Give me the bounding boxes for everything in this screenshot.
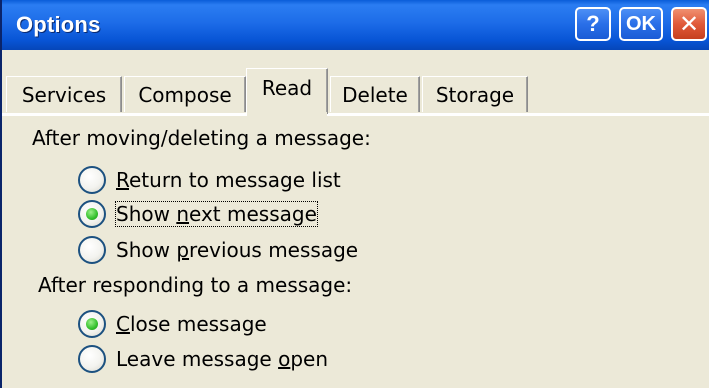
radio-close-message[interactable]: Close message [78,309,267,339]
option-label: Show next message [115,201,318,227]
tab-label: Compose [138,83,232,107]
help-button[interactable]: ? [575,7,611,41]
ok-button[interactable]: OK [619,7,663,41]
window-title: Options [16,12,101,37]
radio-button[interactable] [78,236,106,264]
tab-label: Read [261,76,313,100]
radio-button-selected[interactable] [78,310,106,338]
option-label: Leave message open [116,347,329,371]
tab-delete[interactable]: Delete [330,76,420,112]
title-bar: Options ? OK ✕ [2,0,709,50]
tab-panel-border [2,113,709,116]
radio-return-to-list[interactable]: Return to message list [78,165,341,195]
after-respond-heading: After responding to a message: [38,273,353,297]
radio-button[interactable] [78,166,106,194]
close-icon: ✕ [678,10,700,38]
help-icon: ? [586,11,600,36]
option-label: Close message [116,312,267,336]
tab-storage[interactable]: Storage [422,76,528,112]
option-label: Show previous message [116,238,359,262]
ok-button-label: OK [626,12,656,35]
tab-read[interactable]: Read [246,68,328,114]
tab-label: Storage [435,83,515,107]
option-label: Return to message list [116,168,341,192]
tab-label: Delete [342,83,408,107]
radio-leave-open[interactable]: Leave message open [78,344,328,374]
tab-label: Services [21,83,107,107]
radio-button-selected[interactable] [78,200,106,228]
options-dialog: Options ? OK ✕ Services Compose Read Del… [0,0,709,388]
radio-button[interactable] [78,345,106,373]
radio-show-next[interactable]: Show next message [78,199,318,229]
tab-services[interactable]: Services [6,76,122,112]
radio-show-previous[interactable]: Show previous message [78,235,358,265]
after-move-heading: After moving/deleting a message: [32,126,371,150]
close-button[interactable]: ✕ [671,7,707,41]
tab-compose[interactable]: Compose [124,76,246,112]
tab-strip: Services Compose Read Delete Storage [2,68,709,114]
active-tab-gap [247,112,327,116]
